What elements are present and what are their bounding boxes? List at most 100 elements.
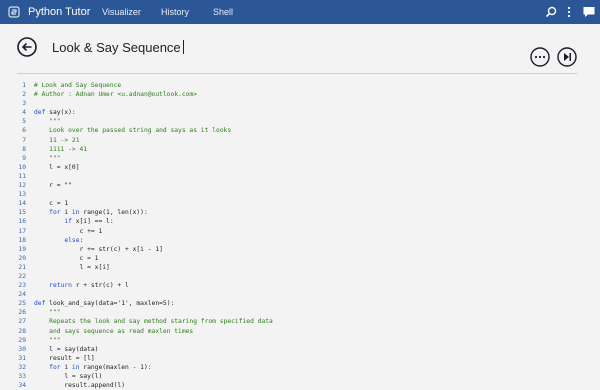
code-line: 25 def look_and_say(data='1', maxlen=5):	[0, 299, 600, 308]
line-number: 20	[18, 254, 26, 262]
line-number: 1	[22, 82, 26, 89]
code-text: for i in range(maxlen - 1):	[49, 363, 152, 371]
code-line: 6 Look over the passed string and says a…	[0, 126, 600, 135]
code-line: 27 Repeats the look and say method stari…	[0, 317, 600, 326]
line-number: 6	[22, 127, 26, 135]
code-line: 5 """	[0, 117, 600, 126]
code-line: 15 for i in range(1, len(x)):	[0, 208, 600, 217]
code-text: if x[i] == l:	[64, 218, 114, 226]
code-line: 7 11 -> 21	[0, 136, 600, 145]
more-circle-icon[interactable]	[530, 47, 550, 67]
line-number: 34	[18, 382, 26, 390]
code-editor[interactable]: 1 # Look and Say Sequence 2 # Author : Adna…	[0, 81, 600, 390]
nav-history[interactable]: History	[161, 6, 189, 18]
text-caret	[182, 40, 184, 54]
python-logo-icon	[8, 6, 20, 18]
code-line: 26 """	[0, 308, 600, 317]
app-title: Python Tutor	[28, 6, 91, 18]
code-text: def say(x):	[34, 109, 76, 117]
code-text: c += 1	[34, 227, 103, 235]
line-number: 23	[18, 282, 26, 290]
back-arrow-icon[interactable]	[17, 37, 37, 57]
code-line: 2 # Author : Adnan Umer <u.adnan@outlook.…	[0, 90, 600, 99]
line-number: 24	[18, 291, 26, 299]
code-line: 3	[0, 99, 600, 108]
line-number: 21	[18, 263, 26, 271]
line-number: 22	[18, 272, 26, 280]
code-text: l = x[i]	[34, 263, 110, 271]
line-number: 28	[18, 327, 26, 335]
line-number: 32	[18, 363, 26, 371]
code-line: 14 c = 1	[0, 199, 600, 208]
line-number: 27	[18, 318, 26, 326]
code-line: 8 1111 -> 41	[0, 145, 600, 154]
line-number: 5	[22, 118, 26, 126]
code-text: # Look and Say Sequence	[34, 82, 122, 89]
line-number: 3	[22, 100, 26, 108]
page-title[interactable]: Look & Say Sequence	[52, 40, 184, 56]
code-line: 19 r += str(c) + x[i - 1]	[0, 245, 600, 254]
line-number: 13	[18, 191, 26, 199]
code-text: result = [l]	[34, 354, 95, 362]
code-line: 10 l = x[0]	[0, 163, 600, 172]
search-icon[interactable]	[544, 5, 558, 19]
code-text: result.append(l)	[34, 382, 125, 390]
nav-shell[interactable]: Shell	[213, 6, 233, 18]
code-text: Repeats the look and say method staring …	[34, 318, 273, 326]
code-line: 18 else:	[0, 236, 600, 245]
code-text: """	[34, 118, 61, 126]
code-line: 23 return r + str(c) + l	[0, 281, 600, 290]
line-number: 19	[18, 245, 26, 253]
line-number: 9	[22, 154, 26, 162]
code-line: 33 l = say(l)	[0, 372, 600, 381]
page-title-text: Look & Say Sequence	[52, 40, 181, 55]
line-number: 8	[22, 145, 26, 153]
code-text: r = ""	[34, 182, 72, 190]
line-number: 33	[18, 373, 26, 380]
chat-icon[interactable]	[582, 5, 596, 19]
code-text: """	[34, 336, 61, 344]
line-number: 26	[18, 309, 26, 317]
more-icon[interactable]	[562, 5, 576, 19]
code-line: 11	[0, 172, 600, 181]
code-line: 12 r = ""	[0, 181, 600, 190]
code-line: 4 def say(x):	[0, 108, 600, 117]
line-number: 16	[18, 218, 26, 226]
code-line: 17 c += 1	[0, 227, 600, 236]
line-number: 10	[18, 163, 26, 171]
code-text: for i in range(1, len(x)):	[49, 209, 148, 217]
line-number: 17	[18, 227, 26, 235]
header-divider	[17, 73, 577, 74]
code-line: 24	[0, 290, 600, 299]
code-line: 9 """	[0, 154, 600, 163]
code-text: # Author : Adnan Umer <u.adnan@outlook.c…	[34, 91, 198, 99]
code-line: 20 c = 1	[0, 254, 600, 263]
line-number: 2	[22, 91, 26, 99]
step-forward-icon[interactable]	[557, 47, 577, 67]
code-text: """	[34, 309, 61, 317]
line-number: 18	[18, 236, 26, 244]
line-number: 29	[18, 336, 26, 344]
code-line: 22	[0, 272, 600, 281]
code-text: def look_and_say(data='1', maxlen=5):	[34, 300, 175, 308]
title-bar: Python Tutor Visualizer History Shell	[0, 0, 600, 24]
code-line: 29 """	[0, 336, 600, 345]
code-line: 34 result.append(l)	[0, 381, 600, 390]
line-number: 15	[18, 209, 26, 217]
nav-visualizer[interactable]: Visualizer	[102, 6, 141, 18]
line-number: 7	[22, 136, 26, 144]
code-line: 28 and says sequence as read maxlen time…	[0, 327, 600, 336]
code-text: """	[34, 154, 61, 162]
line-number: 4	[22, 109, 26, 117]
code-line: 1 # Look and Say Sequence	[0, 81, 600, 90]
code-text: l = say(l)	[34, 373, 103, 380]
code-text: r += str(c) + x[i - 1]	[34, 245, 163, 253]
code-text: else:	[64, 236, 84, 244]
code-line: 16 if x[i] == l:	[0, 217, 600, 226]
line-number: 30	[18, 345, 26, 353]
code-text: 1111 -> 41	[34, 145, 88, 153]
code-text: Look over the passed string and says as …	[34, 127, 232, 135]
code-text: c = 1	[34, 200, 69, 208]
code-text: return r + str(c) + l	[49, 282, 129, 290]
code-line: 21 l = x[i]	[0, 263, 600, 272]
